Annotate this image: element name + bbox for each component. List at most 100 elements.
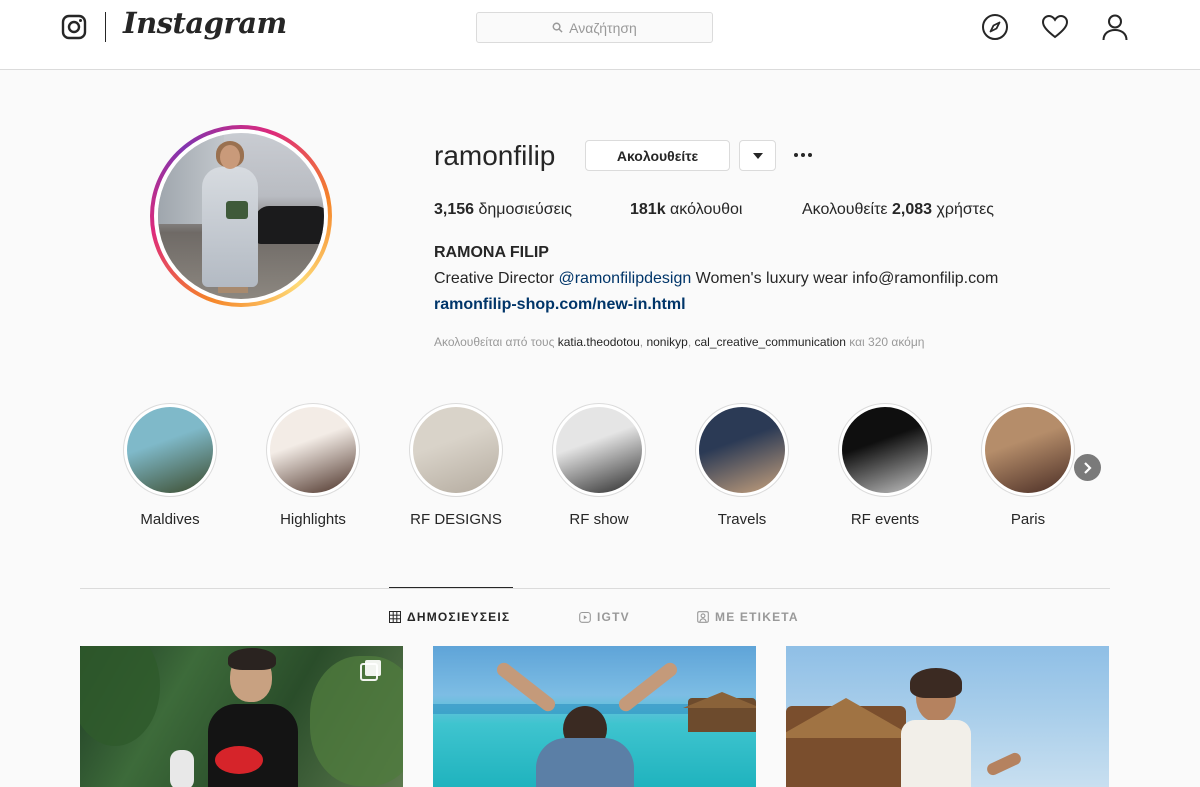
- bio-mention-link[interactable]: @ramonfilipdesign: [558, 270, 691, 287]
- highlight-cover: [270, 407, 356, 493]
- tab-tagged[interactable]: ΜΕ ΕΤΙΚΕΤΑ: [697, 610, 799, 624]
- following-count[interactable]: Ακολουθείτε 2,083 χρήστες: [802, 201, 994, 219]
- instagram-wordmark[interactable]: Instagram: [123, 6, 287, 40]
- search-placeholder: Αναζήτηση: [569, 19, 637, 36]
- highlight-paris[interactable]: Paris: [973, 403, 1083, 528]
- post-thumbnail[interactable]: [786, 646, 1109, 787]
- followers-count-label: ακόλουθοι: [670, 201, 743, 218]
- highlight-label: Maldives: [140, 511, 200, 528]
- chevron-down-icon: [752, 152, 763, 159]
- post-hair: [228, 648, 276, 670]
- tab-igtv-label: IGTV: [597, 610, 630, 624]
- highlight-highlights[interactable]: Highlights: [258, 403, 368, 528]
- followers-count[interactable]: 181k ακόλουθοι: [630, 201, 742, 219]
- followers-count-value: 181k: [630, 201, 666, 218]
- avatar-bag: [226, 201, 248, 219]
- profile-website-link[interactable]: ramonfilip-shop.com/new-in.html: [434, 296, 686, 314]
- highlight-cover: [842, 407, 928, 493]
- following-prefix: Ακολουθείτε: [802, 201, 888, 218]
- following-count-value: 2,083: [891, 201, 933, 218]
- highlight-label: RF events: [850, 511, 920, 528]
- post-surfboard: [170, 750, 194, 787]
- highlight-label: Travels: [717, 511, 767, 528]
- following-suffix: χρήστες: [936, 201, 994, 218]
- profile-username: ramonfilip: [434, 140, 556, 171]
- followed-by-user[interactable]: nonikyp: [646, 335, 687, 349]
- instagram-glyph-icon[interactable]: [61, 14, 87, 40]
- grid-icon: [389, 611, 401, 623]
- search-icon: [552, 22, 563, 33]
- post-lips-print: [215, 746, 263, 774]
- multiple-photos-icon: [360, 660, 381, 681]
- top-nav: Instagram Αναζήτηση: [0, 0, 1200, 70]
- tab-posts-label: ΔΗΜΟΣΙΕΥΣΕΙΣ: [407, 610, 511, 624]
- followed-by-more[interactable]: και 320 ακόμη: [846, 335, 924, 349]
- avatar-car: [255, 206, 324, 245]
- highlights-next-button[interactable]: [1074, 454, 1101, 481]
- post-thumbnail[interactable]: [433, 646, 756, 787]
- highlight-ring: [838, 403, 932, 497]
- post-dress: [901, 720, 971, 787]
- following-button[interactable]: Ακολουθείτε: [585, 140, 730, 171]
- brand-divider: [105, 12, 106, 42]
- tabs-divider: [80, 588, 1110, 589]
- followed-by: Ακολουθείται από τους katia.theodotou, n…: [434, 335, 925, 349]
- bio-suffix: Women's luxury wear info@ramonfilip.com: [691, 270, 999, 287]
- highlight-label: Highlights: [280, 511, 346, 528]
- post-foliage: [80, 646, 160, 746]
- followed-by-user[interactable]: katia.theodotou: [558, 335, 640, 349]
- post-person-shirt: [536, 738, 634, 787]
- heart-icon[interactable]: [1041, 13, 1069, 41]
- post-hand: [985, 750, 1023, 778]
- followed-by-user[interactable]: cal_creative_communication: [695, 335, 846, 349]
- highlight-ring: [981, 403, 1075, 497]
- suggested-dropdown-button[interactable]: [739, 140, 776, 171]
- posts-count-value: 3,156: [434, 201, 475, 218]
- profile-full-name: RAMONA FILIP: [434, 244, 549, 261]
- highlight-label: Paris: [1010, 511, 1046, 528]
- tagged-icon: [697, 611, 709, 623]
- highlight-ring: [695, 403, 789, 497]
- explore-compass-icon[interactable]: [981, 13, 1009, 41]
- highlight-label: RF DESIGNS: [410, 511, 502, 528]
- igtv-icon: [579, 611, 591, 623]
- highlight-ring: [552, 403, 646, 497]
- profile-person-icon[interactable]: [1101, 13, 1129, 41]
- highlight-cover: [413, 407, 499, 493]
- chevron-right-icon: [1083, 461, 1092, 474]
- highlight-ring: [123, 403, 217, 497]
- tab-igtv[interactable]: IGTV: [579, 610, 630, 624]
- highlight-maldives[interactable]: Maldives: [115, 403, 225, 528]
- post-hair: [910, 668, 962, 698]
- tab-tagged-label: ΜΕ ΕΤΙΚΕΤΑ: [715, 610, 799, 624]
- more-dot-icon: [808, 153, 812, 157]
- posts-count: 3,156 δημοσιεύσεις: [434, 201, 572, 219]
- search-input[interactable]: Αναζήτηση: [476, 12, 713, 43]
- bio-prefix: Creative Director: [434, 270, 559, 287]
- post-swimsuit: [208, 704, 298, 787]
- avatar-photo: [158, 133, 324, 299]
- highlight-rf-show[interactable]: RF show: [544, 403, 654, 528]
- highlight-cover: [699, 407, 785, 493]
- avatar-coat: [202, 167, 258, 287]
- profile-avatar[interactable]: [150, 125, 332, 307]
- more-options-button[interactable]: [790, 146, 816, 164]
- more-dot-icon: [801, 153, 805, 157]
- profile-bio: Creative Director @ramonfilipdesign Wome…: [434, 270, 998, 288]
- post-foliage: [310, 656, 403, 786]
- post-thumbnail[interactable]: [80, 646, 403, 787]
- highlight-rf-designs[interactable]: RF DESIGNS: [401, 403, 511, 528]
- active-tab-indicator: [389, 587, 513, 588]
- highlight-cover: [127, 407, 213, 493]
- tab-posts[interactable]: ΔΗΜΟΣΙΕΥΣΕΙΣ: [389, 610, 510, 624]
- more-dot-icon: [794, 153, 798, 157]
- highlight-ring: [266, 403, 360, 497]
- highlight-label: RF show: [569, 511, 629, 528]
- highlight-ring: [409, 403, 503, 497]
- highlight-rf-events[interactable]: RF events: [830, 403, 940, 528]
- highlight-cover: [556, 407, 642, 493]
- highlight-travels[interactable]: Travels: [687, 403, 797, 528]
- posts-count-label: δημοσιεύσεις: [478, 201, 573, 218]
- highlight-cover: [985, 407, 1071, 493]
- avatar-ring: [154, 129, 328, 303]
